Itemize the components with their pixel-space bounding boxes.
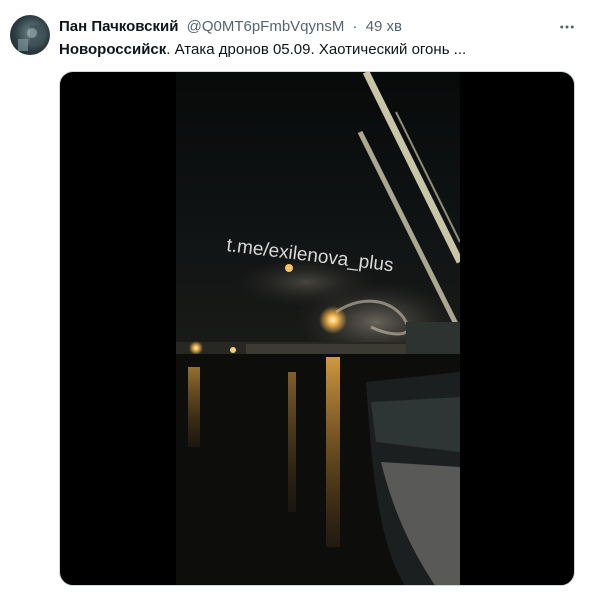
tweet-text: Новороссийск. Атака дронов 05.09. Хаотич… <box>59 40 466 60</box>
tweet-media[interactable]: t.me/exilenova_plus <box>59 71 575 586</box>
author-handle[interactable]: @Q0MT6pFmbVqynsM <box>187 18 345 35</box>
more-horizontal-icon <box>560 25 574 29</box>
more-icon[interactable] <box>557 17 577 37</box>
video-scene <box>176 72 460 585</box>
avatar[interactable] <box>10 15 50 55</box>
tweet-text-location: Новороссийск <box>59 41 167 58</box>
separator: · <box>352 18 358 35</box>
tweet-header: Пан Пачковский @Q0MT6pFmbVqynsM · 49 хв <box>59 17 402 37</box>
tweet-text-body: . Атака дронов 05.09. Хаотический огонь … <box>166 41 467 58</box>
tweet: Пан Пачковский @Q0MT6pFmbVqynsM · 49 хв … <box>0 0 590 598</box>
author-name[interactable]: Пан Пачковский <box>59 18 178 35</box>
video-frame[interactable]: t.me/exilenova_plus <box>176 72 460 585</box>
timestamp[interactable]: 49 хв <box>366 18 402 35</box>
avatar-image <box>18 25 44 51</box>
